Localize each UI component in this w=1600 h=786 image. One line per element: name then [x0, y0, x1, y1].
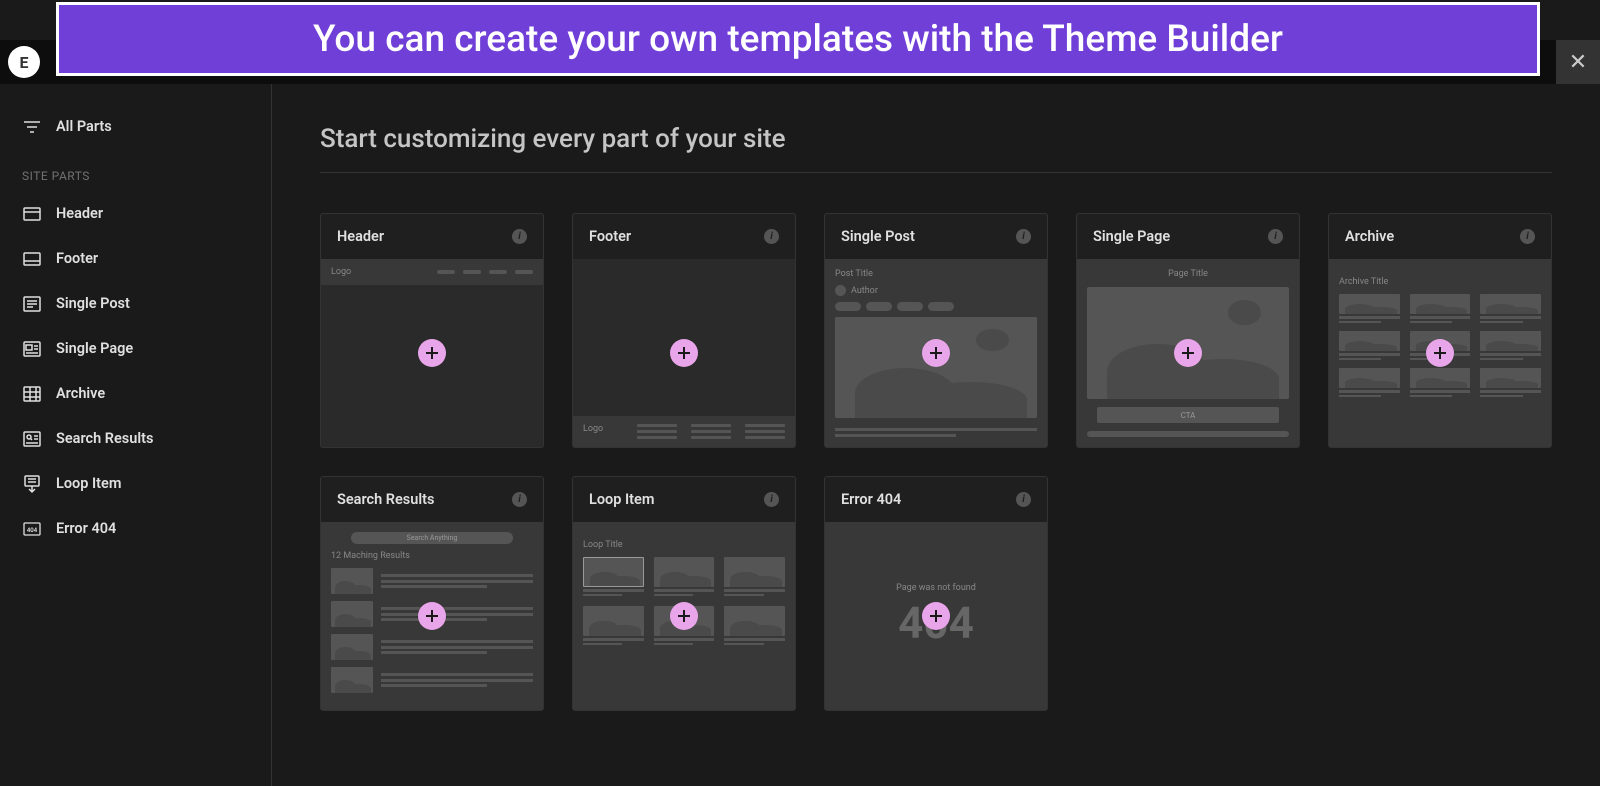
sidebar-item-label: Single Page — [56, 340, 133, 357]
template-grid: Header i Logo Foote — [320, 213, 1552, 711]
add-button[interactable] — [1426, 339, 1454, 367]
single-page-icon — [22, 342, 42, 356]
filter-icon — [22, 120, 42, 134]
add-button[interactable] — [670, 339, 698, 367]
card-title: Search Results — [337, 491, 434, 508]
card-title: Error 404 — [841, 491, 901, 508]
wf-loop-title: Loop Title — [583, 540, 623, 550]
sidebar-item-single-post[interactable]: Single Post — [0, 281, 271, 326]
sidebar-item-label: Archive — [56, 385, 105, 402]
card-title: Single Post — [841, 228, 915, 245]
sidebar-item-footer[interactable]: Footer — [0, 236, 271, 281]
annotation-banner: You can create your own templates with t… — [56, 2, 1540, 76]
info-icon[interactable]: i — [1520, 229, 1535, 244]
card-archive[interactable]: Archive i Archive Title — [1328, 213, 1552, 448]
footer-icon — [22, 252, 42, 266]
header-icon — [22, 207, 42, 221]
sidebar-item-label: All Parts — [56, 118, 112, 135]
sidebar-item-single-page[interactable]: Single Page — [0, 326, 271, 371]
card-title: Header — [337, 228, 384, 245]
wf-logo-label: Logo — [583, 424, 623, 434]
sidebar-item-label: Single Post — [56, 295, 130, 312]
add-button[interactable] — [922, 602, 950, 630]
add-button[interactable] — [922, 339, 950, 367]
archive-icon — [22, 387, 42, 401]
main-content: Start customizing every part of your sit… — [272, 84, 1600, 786]
add-button[interactable] — [418, 339, 446, 367]
wf-not-found: Page was not found — [896, 583, 976, 593]
sidebar-item-label: Footer — [56, 250, 98, 267]
wf-cta: CTA — [1181, 411, 1196, 420]
info-icon[interactable]: i — [512, 229, 527, 244]
card-single-page[interactable]: Single Page i Page Title CTA — [1076, 213, 1300, 448]
close-icon: ✕ — [1569, 50, 1587, 75]
add-button[interactable] — [1174, 339, 1202, 367]
sidebar-item-label: Loop Item — [56, 475, 121, 492]
info-icon[interactable]: i — [512, 492, 527, 507]
wf-author: Author — [851, 286, 878, 296]
sidebar-item-search-results[interactable]: Search Results — [0, 416, 271, 461]
wf-logo-label: Logo — [331, 267, 351, 277]
card-title: Loop Item — [589, 491, 654, 508]
card-title: Footer — [589, 228, 631, 245]
sidebar-item-error-404[interactable]: 404 Error 404 — [0, 506, 271, 551]
sidebar-section-label: SITE PARTS — [0, 149, 271, 191]
search-results-icon — [22, 432, 42, 446]
sidebar-item-label: Error 404 — [56, 520, 116, 537]
info-icon[interactable]: i — [764, 492, 779, 507]
svg-text:404: 404 — [27, 527, 38, 534]
sidebar-item-label: Search Results — [56, 430, 153, 447]
sidebar-item-loop-item[interactable]: Loop Item — [0, 461, 271, 506]
wf-page-title: Page Title — [1168, 269, 1208, 279]
wf-results-count: 12 Maching Results — [331, 551, 533, 561]
info-icon[interactable]: i — [1016, 492, 1031, 507]
sidebar-all-parts[interactable]: All Parts — [0, 104, 271, 149]
add-button[interactable] — [418, 602, 446, 630]
card-search-results[interactable]: Search Results i Search Anything 12 Mach… — [320, 476, 544, 711]
sidebar-item-label: Header — [56, 205, 103, 222]
elementor-logo-button[interactable]: E — [8, 46, 40, 78]
sidebar-item-header[interactable]: Header — [0, 191, 271, 236]
sidebar-item-archive[interactable]: Archive — [0, 371, 271, 416]
wf-search-placeholder: Search Anything — [407, 534, 458, 542]
sidebar: All Parts SITE PARTS Header Footer Singl… — [0, 84, 272, 786]
wf-archive-title: Archive Title — [1339, 277, 1388, 287]
info-icon[interactable]: i — [1268, 229, 1283, 244]
card-single-post[interactable]: Single Post i Post Title Author — [824, 213, 1048, 448]
wf-post-title: Post Title — [835, 269, 1037, 279]
add-button[interactable] — [670, 602, 698, 630]
page-title: Start customizing every part of your sit… — [320, 124, 1552, 154]
annotation-text: You can create your own templates with t… — [313, 18, 1283, 61]
close-button[interactable]: ✕ — [1556, 40, 1600, 84]
info-icon[interactable]: i — [1016, 229, 1031, 244]
info-icon[interactable]: i — [764, 229, 779, 244]
card-loop-item[interactable]: Loop Item i Loop Title — [572, 476, 796, 711]
card-error-404[interactable]: Error 404 i Page was not found 404 — [824, 476, 1048, 711]
loop-item-icon — [22, 477, 42, 491]
card-footer[interactable]: Footer i Logo — [572, 213, 796, 448]
card-title: Archive — [1345, 228, 1394, 245]
card-header[interactable]: Header i Logo — [320, 213, 544, 448]
divider — [320, 172, 1552, 173]
card-title: Single Page — [1093, 228, 1170, 245]
single-post-icon — [22, 297, 42, 311]
error-404-icon: 404 — [22, 522, 42, 536]
